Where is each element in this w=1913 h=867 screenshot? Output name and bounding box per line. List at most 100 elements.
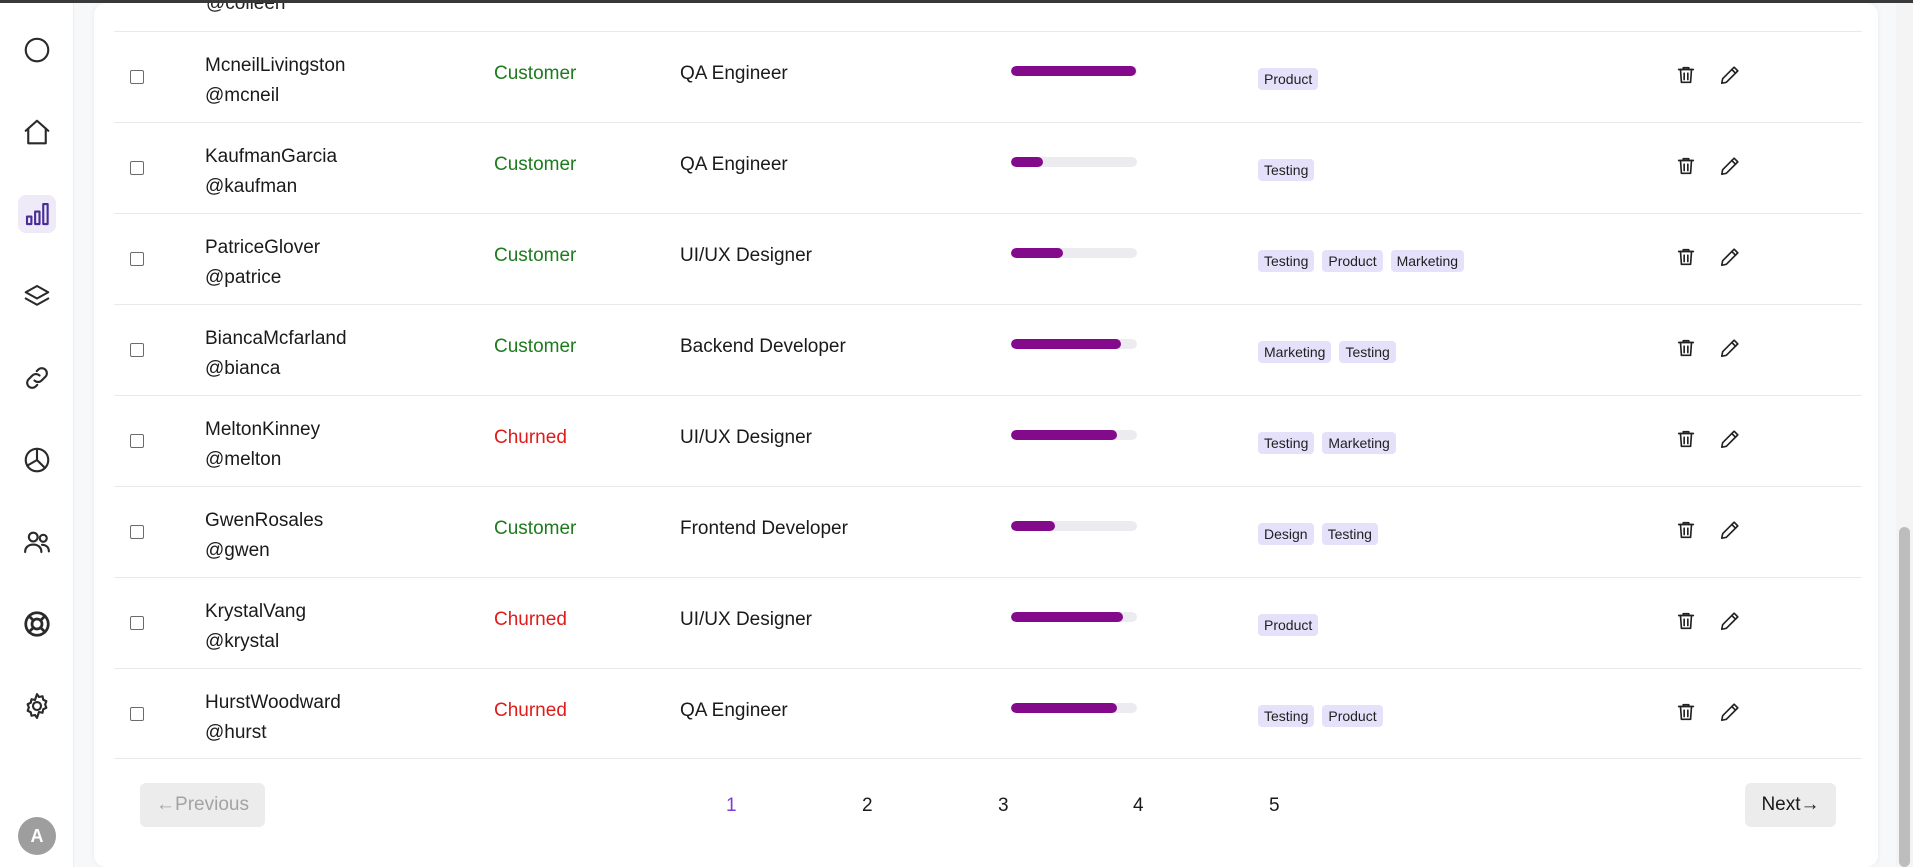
user-name: BiancaMcfarland	[205, 328, 347, 349]
pencil-icon[interactable]	[1718, 154, 1742, 178]
table-row: GwenRosales @gwen Customer Frontend Deve…	[114, 486, 1862, 577]
tag-badge: Testing	[1321, 523, 1378, 545]
trash-icon[interactable]	[1674, 154, 1698, 178]
progress-fill	[1011, 66, 1136, 76]
tag-badge: Product	[1322, 705, 1383, 727]
tag-list: Marketing Testing	[1258, 341, 1396, 363]
tag-badge: Design	[1258, 523, 1314, 545]
row-checkbox[interactable]	[130, 707, 144, 721]
user-name: HurstWoodward	[205, 692, 341, 713]
progress-bar	[1011, 339, 1137, 349]
user-name: MeltonKinney	[205, 419, 321, 440]
tag-badge: Marketing	[1390, 250, 1465, 272]
page-1-link[interactable]: 1	[726, 795, 737, 817]
progress-fill	[1011, 339, 1121, 349]
trash-icon[interactable]	[1674, 518, 1698, 542]
scrollbar-thumb[interactable]	[1899, 527, 1910, 867]
pencil-icon[interactable]	[1718, 518, 1742, 542]
page-5-link[interactable]: 5	[1269, 795, 1280, 817]
pencil-icon[interactable]	[1718, 609, 1742, 633]
progress-fill	[1011, 248, 1063, 258]
progress-fill	[1011, 430, 1117, 440]
row-checkbox[interactable]	[130, 616, 144, 630]
users-icon[interactable]	[18, 523, 56, 561]
tag-list: Design Testing	[1258, 523, 1378, 545]
bar-chart-icon[interactable]	[18, 195, 56, 233]
trash-icon[interactable]	[1674, 427, 1698, 451]
status-text: Churned	[494, 427, 567, 448]
trash-icon[interactable]	[1674, 245, 1698, 269]
user-name: McneilLivingston	[205, 55, 346, 76]
pencil-icon[interactable]	[1718, 245, 1742, 269]
trash-icon[interactable]	[1674, 336, 1698, 360]
user-handle: @patrice	[205, 267, 282, 288]
users-table-card: @colleen McneilLivingston @mcneil Custom…	[94, 3, 1878, 867]
role-text: QA Engineer	[680, 700, 788, 721]
user-handle: @krystal	[205, 631, 280, 652]
progress-fill	[1011, 521, 1056, 531]
gear-icon[interactable]	[18, 687, 56, 725]
circle-icon[interactable]	[18, 31, 56, 69]
avatar[interactable]: A	[18, 817, 56, 855]
user-handle: @hurst	[205, 722, 267, 743]
trash-icon[interactable]	[1674, 700, 1698, 724]
user-handle: @mcneil	[205, 85, 280, 106]
home-icon[interactable]	[18, 113, 56, 151]
table-row: PatriceGlover @patrice Customer UI/UX De…	[114, 213, 1862, 304]
tag-list: Testing	[1258, 159, 1315, 181]
next-button[interactable]: Next→	[1745, 783, 1836, 827]
user-name: KrystalVang	[205, 601, 307, 622]
user-handle: @kaufman	[205, 176, 298, 197]
user-name: PatriceGlover	[205, 237, 321, 258]
tag-badge: Testing	[1258, 159, 1315, 181]
page-3-link[interactable]: 3	[998, 795, 1009, 817]
progress-fill	[1011, 703, 1117, 713]
partial-user-handle: @colleen	[206, 3, 286, 14]
page-4-link[interactable]: 4	[1133, 795, 1144, 817]
status-text: Churned	[494, 700, 567, 721]
progress-bar	[1011, 703, 1137, 713]
pencil-icon[interactable]	[1718, 336, 1742, 360]
progress-bar	[1011, 66, 1137, 76]
status-text: Customer	[494, 336, 577, 357]
progress-bar	[1011, 612, 1137, 622]
progress-bar	[1011, 157, 1137, 167]
tag-badge: Product	[1258, 68, 1319, 90]
user-handle: @gwen	[205, 540, 270, 561]
pie-chart-icon[interactable]	[18, 441, 56, 479]
role-text: QA Engineer	[680, 63, 788, 84]
row-checkbox[interactable]	[130, 525, 144, 539]
pencil-icon[interactable]	[1718, 63, 1742, 87]
page-2-link[interactable]: 2	[862, 795, 873, 817]
tag-list: Testing Marketing	[1258, 432, 1396, 454]
role-text: Frontend Developer	[680, 518, 848, 539]
table-row: MeltonKinney @melton Churned UI/UX Desig…	[114, 395, 1862, 486]
progress-bar	[1011, 521, 1137, 531]
user-name: GwenRosales	[205, 510, 324, 531]
link-icon[interactable]	[18, 359, 56, 397]
table-row: KaufmanGarcia @kaufman Customer QA Engin…	[114, 122, 1862, 213]
tag-badge: Product	[1258, 614, 1319, 636]
role-text: Backend Developer	[680, 336, 846, 357]
user-cell: BiancaMcfarland @bianca	[205, 324, 347, 384]
trash-icon[interactable]	[1674, 609, 1698, 633]
lifebuoy-icon[interactable]	[18, 605, 56, 643]
table-row: KrystalVang @krystal Churned UI/UX Desig…	[114, 577, 1862, 668]
row-checkbox[interactable]	[130, 343, 144, 357]
trash-icon[interactable]	[1674, 63, 1698, 87]
previous-button[interactable]: ←Previous	[140, 783, 265, 827]
pencil-icon[interactable]	[1718, 700, 1742, 724]
progress-bar	[1011, 248, 1137, 258]
pagination: ←Previous 1 2 3 4 5 Next→	[94, 783, 1878, 833]
progress-fill	[1011, 612, 1124, 622]
row-checkbox[interactable]	[130, 252, 144, 266]
layers-icon[interactable]	[18, 277, 56, 315]
row-checkbox[interactable]	[130, 70, 144, 84]
row-checkbox[interactable]	[130, 434, 144, 448]
row-checkbox[interactable]	[130, 161, 144, 175]
user-cell: KaufmanGarcia @kaufman	[205, 142, 337, 202]
pencil-icon[interactable]	[1718, 427, 1742, 451]
tag-badge: Marketing	[1322, 432, 1396, 454]
sidebar: A	[0, 3, 74, 867]
tag-badge: Marketing	[1258, 341, 1332, 363]
